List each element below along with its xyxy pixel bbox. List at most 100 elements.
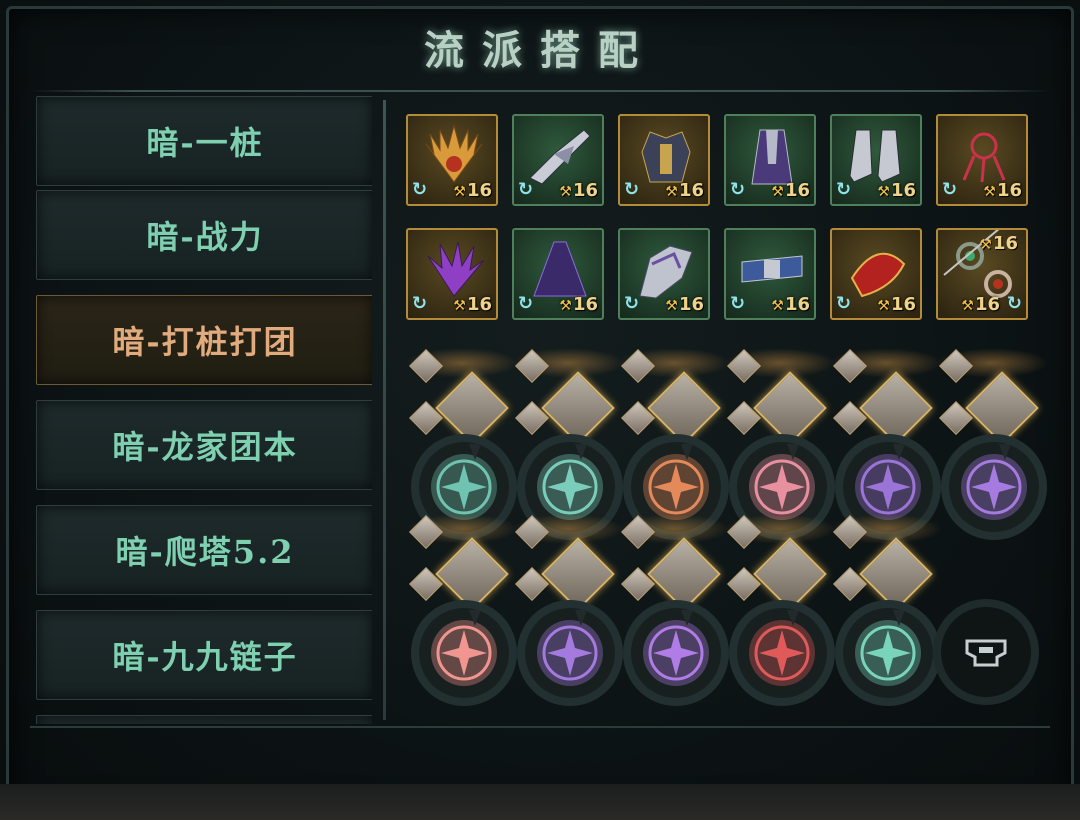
team-slot[interactable] — [830, 348, 942, 532]
equip-slot[interactable]: ↻ ⚒16 — [512, 114, 604, 206]
equip-slot[interactable]: ↻ ⚒16 — [830, 114, 922, 206]
team-slot[interactable] — [618, 348, 730, 532]
team-slot[interactable] — [512, 514, 624, 698]
equip-slot[interactable]: ↻ ⚒16 — [512, 228, 604, 320]
main-character-portrait[interactable] — [859, 371, 933, 445]
build-sidebar: 暗-一桩 暗-战力 暗-打桩打团 暗-龙家团本 暗-爬塔5.2 暗-九九链子 — [36, 96, 372, 724]
equip-slot[interactable]: ↻ ⚒16 — [618, 114, 710, 206]
tab-label: 暗-战力 — [146, 218, 264, 256]
team-slot[interactable] — [618, 514, 730, 698]
equip-slot-rings[interactable]: ⚒16 ⚒16 ↻ — [936, 228, 1028, 320]
refresh-icon[interactable]: ↻ — [412, 180, 432, 200]
refresh-icon[interactable]: ↻ — [624, 180, 644, 200]
element-emblem[interactable] — [949, 442, 1039, 532]
tab-an-dazhuangdatuan[interactable]: 暗-打桩打团 — [36, 295, 372, 385]
refresh-icon[interactable]: ↻ — [518, 180, 538, 200]
element-emblem-icon — [643, 620, 709, 686]
tab-label: 暗-九九链子 — [112, 638, 298, 676]
main-character-portrait[interactable] — [965, 371, 1039, 445]
level-badge: ⚒16 — [771, 294, 810, 315]
element-emblem-icon — [537, 620, 603, 686]
refresh-icon[interactable]: ↻ — [412, 294, 432, 314]
equip-slot[interactable]: ↻ ⚒16 — [618, 228, 710, 320]
boots-icon — [849, 129, 901, 183]
pin-marker — [681, 444, 693, 460]
element-emblem-icon — [643, 454, 709, 520]
equip-slot[interactable]: ↻ ⚒16 — [936, 114, 1028, 206]
element-emblem[interactable] — [843, 608, 933, 698]
level-badge: ⚒16 — [979, 233, 1018, 254]
empty-armor-slot-icon — [965, 639, 1007, 667]
main-character-portrait[interactable] — [753, 537, 827, 611]
tab-label: 暗-龙家团本 — [112, 428, 298, 466]
hammer-icon: ⚒ — [665, 298, 678, 314]
refresh-icon[interactable]: ↻ — [1007, 293, 1022, 314]
equip-slot[interactable]: ↻ ⚒16 — [406, 228, 498, 320]
main-character-portrait[interactable] — [859, 537, 933, 611]
element-emblem-icon — [961, 454, 1027, 520]
refresh-icon[interactable]: ↻ — [836, 180, 856, 200]
main-character-portrait[interactable] — [753, 371, 827, 445]
pin-marker — [575, 610, 587, 626]
refresh-icon[interactable]: ↻ — [942, 180, 962, 200]
main-character-portrait[interactable] — [541, 371, 615, 445]
team-slot[interactable] — [406, 348, 518, 532]
team-slot[interactable] — [936, 348, 1048, 532]
team-slot[interactable] — [406, 514, 518, 698]
pin-marker — [469, 444, 481, 460]
refresh-icon[interactable]: ↻ — [730, 180, 750, 200]
tab-an-jiujiulianzi[interactable]: 暗-九九链子 — [36, 610, 372, 700]
level-badge: ⚒16 — [665, 294, 704, 315]
red-amulet-icon — [850, 252, 906, 298]
hammer-icon: ⚒ — [665, 184, 678, 200]
main-character-portrait[interactable] — [435, 371, 509, 445]
main-character-portrait[interactable] — [541, 537, 615, 611]
level-badge: ⚒16 — [665, 180, 704, 201]
refresh-icon[interactable]: ↻ — [730, 294, 750, 314]
pin-marker — [893, 444, 905, 460]
team-slot[interactable] — [830, 514, 942, 698]
element-emblem[interactable] — [737, 608, 827, 698]
element-emblem-icon — [749, 454, 815, 520]
gauntlet-icon — [529, 129, 591, 185]
tab-partial[interactable] — [36, 715, 372, 724]
pin-marker — [787, 610, 799, 626]
equip-slot[interactable]: ↻ ⚒16 — [724, 228, 816, 320]
refresh-icon[interactable]: ↻ — [624, 294, 644, 314]
tab-label: 暗-一桩 — [146, 124, 264, 162]
hammer-icon: ⚒ — [453, 298, 466, 314]
level-badge: ⚒16 — [559, 180, 598, 201]
refresh-icon[interactable]: ↻ — [518, 294, 538, 314]
equip-slot[interactable]: ↻ ⚒16 — [830, 228, 922, 320]
element-emblem[interactable] — [419, 608, 509, 698]
tab-an-longjiatuanben[interactable]: 暗-龙家团本 — [36, 400, 372, 490]
team-slot[interactable] — [724, 348, 836, 532]
empty-team-slot[interactable] — [941, 607, 1031, 697]
tab-an-zhanli[interactable]: 暗-战力 — [36, 190, 372, 280]
team-slot[interactable] — [724, 514, 836, 698]
hammer-icon: ⚒ — [453, 184, 466, 200]
pin-marker — [787, 444, 799, 460]
tab-an-pata[interactable]: 暗-爬塔5.2 — [36, 505, 372, 595]
tab-an-yizhuang[interactable]: 暗-一桩 — [36, 96, 372, 186]
element-emblem[interactable] — [631, 608, 721, 698]
hammer-icon: ⚒ — [983, 184, 996, 200]
equip-slot[interactable]: ↻ ⚒16 — [406, 114, 498, 206]
pin-marker — [469, 610, 481, 626]
equip-slot[interactable]: ↻ ⚒16 — [724, 114, 816, 206]
level-badge: ⚒16 — [771, 180, 810, 201]
tab-label: 暗-打桩打团 — [112, 323, 298, 361]
hammer-icon: ⚒ — [771, 184, 784, 200]
element-emblem[interactable] — [525, 608, 615, 698]
team-slot[interactable] — [512, 348, 624, 532]
hammer-icon: ⚒ — [559, 298, 572, 314]
main-character-portrait[interactable] — [647, 371, 721, 445]
main-character-portrait[interactable] — [435, 537, 509, 611]
level-badge: ⚒16 — [453, 180, 492, 201]
element-emblem-icon — [749, 620, 815, 686]
main-character-portrait[interactable] — [647, 537, 721, 611]
silver-gauntlet-icon — [639, 245, 693, 299]
claw-icon — [962, 132, 1006, 183]
refresh-icon[interactable]: ↻ — [836, 294, 856, 314]
bottom-divider — [30, 726, 1050, 728]
